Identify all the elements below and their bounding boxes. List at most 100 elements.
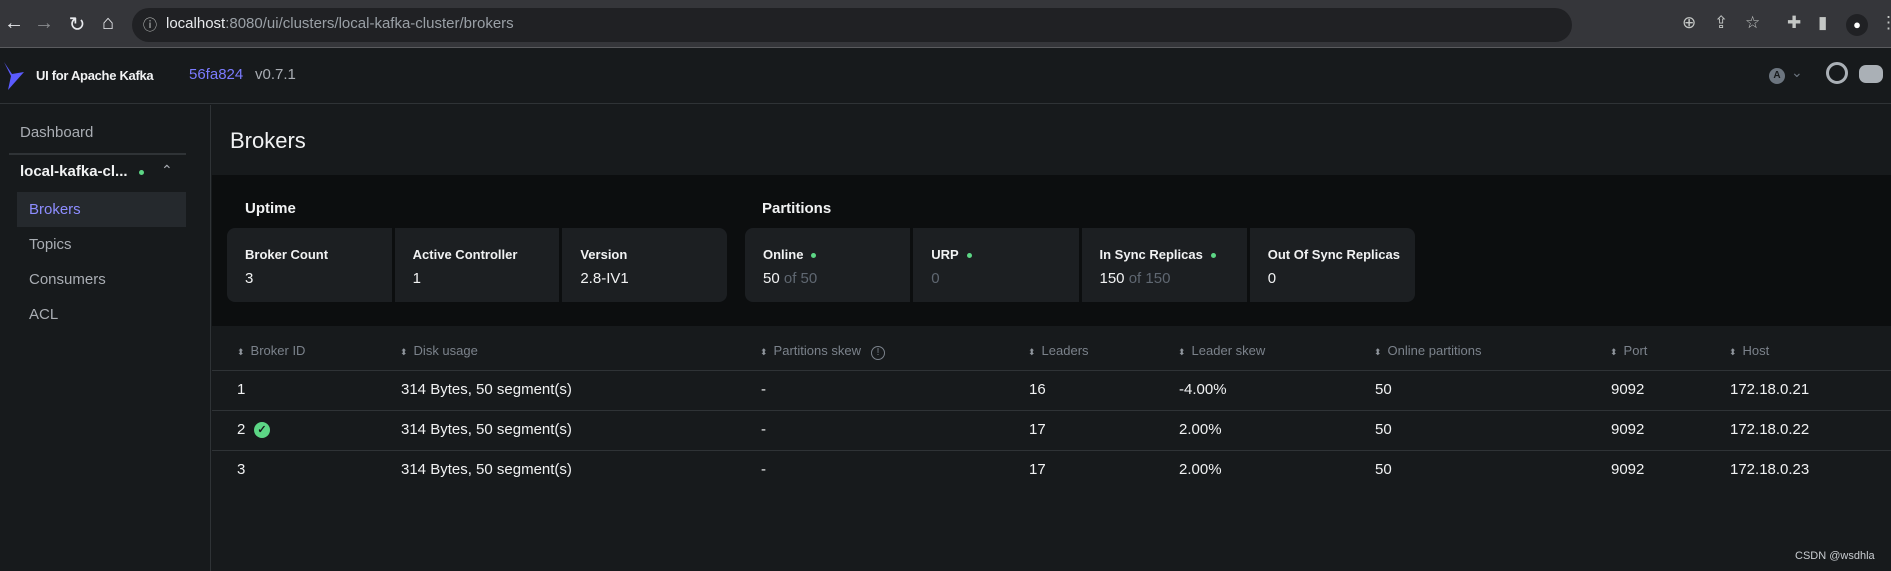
github-icon[interactable] <box>1826 62 1848 84</box>
cell-leader-skew: 2.00% <box>1179 461 1222 478</box>
sort-icon[interactable]: ⬍ <box>1729 347 1737 357</box>
chevron-up-icon[interactable]: ⌃ <box>161 162 173 179</box>
cell-disk-usage: 314 Bytes, 50 segment(s) <box>401 381 572 398</box>
cell-broker-id: 1 <box>237 381 246 398</box>
column-header-leader-skew[interactable]: ⬍ Leader skew <box>1178 343 1265 358</box>
header-label: Online partitions <box>1387 343 1482 358</box>
card-label: Version <box>580 247 628 262</box>
status-dot <box>1210 253 1216 259</box>
side-panel-icon[interactable]: ▮ <box>1818 13 1827 33</box>
column-header-host[interactable]: ⬍ Host <box>1729 343 1769 358</box>
card-value: 1 <box>412 270 422 287</box>
sort-icon[interactable]: ⬍ <box>1610 347 1618 357</box>
column-header-port[interactable]: ⬍ Port <box>1610 343 1647 358</box>
zoom-icon[interactable]: ⊕ <box>1682 13 1696 33</box>
card-label: Broker Count <box>245 247 329 262</box>
user-avatar[interactable]: A <box>1769 68 1785 84</box>
uptime-title: Uptime <box>245 200 296 217</box>
in-sync-card: In Sync Replicas 150 of 150 <box>1081 228 1247 302</box>
sidebar-cluster[interactable]: local-kafka-cl... <box>20 163 128 180</box>
sort-icon[interactable]: ⬍ <box>1028 347 1036 357</box>
sidebar-item-topics[interactable]: Topics <box>29 236 72 253</box>
version-card: Version 2.8-IV1 <box>562 228 727 302</box>
star-icon[interactable]: ☆ <box>1745 13 1760 33</box>
header-label: Broker ID <box>250 343 306 358</box>
page-title: Brokers <box>230 128 306 153</box>
extensions-icon[interactable]: ✚ <box>1787 13 1801 33</box>
status-dot <box>811 253 817 259</box>
cell-host: 172.18.0.23 <box>1730 461 1810 478</box>
share-icon[interactable]: ⇪ <box>1714 13 1728 33</box>
cell-partitions-skew: - <box>761 461 766 478</box>
version-text: v0.7.1 <box>255 66 296 83</box>
sidebar-item-brokers[interactable]: Brokers <box>29 201 81 218</box>
info-icon[interactable]: ! <box>870 346 885 360</box>
column-header-partitions-skew[interactable]: ⬍ Partitions skew! <box>760 343 885 360</box>
card-value: 0 <box>1267 270 1277 287</box>
column-header-disk-usage[interactable]: ⬍ Disk usage <box>400 343 478 358</box>
cell-leaders: 17 <box>1029 461 1046 478</box>
sort-icon[interactable]: ⬍ <box>1374 347 1382 357</box>
forward-icon[interactable]: → <box>32 12 56 35</box>
kafka-logo-icon <box>4 62 24 90</box>
sort-icon[interactable]: ⬍ <box>400 347 408 357</box>
uptime-cards: Broker Count 3 Active Controller 1 Version… <box>227 228 727 302</box>
cell-broker-id: 3 <box>237 461 246 478</box>
url-host: localhost <box>166 15 226 32</box>
status-dot <box>966 253 972 259</box>
card-value: 150 <box>1099 270 1125 287</box>
card-label: Active Controller <box>412 247 518 262</box>
app-header: UI for Apache Kafka 56fa824 v0.7.1 A ⌄ <box>0 49 1891 104</box>
partitions-cards: Online 50 of 50 URP 0 In Sync Replicas 150 … <box>745 228 1415 302</box>
cell-broker-id: 2 <box>237 421 246 438</box>
cell-leader-skew: -4.00% <box>1179 381 1227 398</box>
urp-card: URP 0 <box>913 228 1079 302</box>
menu-icon[interactable]: ⋮ <box>1880 13 1891 33</box>
column-header-broker-id[interactable]: ⬍ Broker ID <box>237 343 305 358</box>
sidebar-item-dashboard[interactable]: Dashboard <box>20 124 93 141</box>
online-card: Online 50 of 50 <box>745 228 911 302</box>
cell-port: 9092 <box>1611 381 1645 398</box>
cell-online-partitions: 50 <box>1375 461 1392 478</box>
cell-partitions-skew: - <box>761 381 766 398</box>
chevron-down-icon[interactable]: ⌄ <box>1791 64 1803 81</box>
header-label: Port <box>1623 343 1648 358</box>
column-header-online-partitions[interactable]: ⬍ Online partitions <box>1374 343 1482 358</box>
card-label: In Sync Replicas <box>1099 247 1203 262</box>
watermark: CSDN @wsdhla <box>1795 550 1875 562</box>
cell-leaders: 16 <box>1029 381 1046 398</box>
sidebar-divider <box>9 153 186 155</box>
discord-icon[interactable] <box>1859 65 1883 83</box>
column-header-leaders[interactable]: ⬍ Leaders <box>1028 343 1089 358</box>
sort-icon[interactable]: ⬍ <box>760 347 768 357</box>
sort-icon[interactable]: ⬍ <box>1178 347 1186 357</box>
broker-count-card: Broker Count 3 <box>227 228 392 302</box>
card-total: of 150 <box>1128 270 1171 287</box>
card-total: of 50 <box>783 270 818 287</box>
card-value: 2.8-IV1 <box>580 270 629 287</box>
cell-disk-usage: 314 Bytes, 50 segment(s) <box>401 421 572 438</box>
header-label: Host <box>1742 343 1770 358</box>
sidebar-item-acl[interactable]: ACL <box>29 306 58 323</box>
cell-partitions-skew: - <box>761 421 766 438</box>
browser-toolbar: ← → ↻ ⌂ ⓘ localhost:8080/ui/clusters/loc… <box>0 0 1891 48</box>
card-label: URP <box>931 247 959 262</box>
info-icon[interactable]: ⓘ <box>143 15 157 35</box>
sort-icon[interactable]: ⬍ <box>237 347 245 357</box>
url-text[interactable]: localhost:8080/ui/clusters/local-kafka-c… <box>166 15 514 32</box>
cell-port: 9092 <box>1611 461 1645 478</box>
reload-icon[interactable]: ↻ <box>65 12 89 37</box>
cell-leader-skew: 2.00% <box>1179 421 1222 438</box>
profile-icon[interactable]: ● <box>1846 14 1868 36</box>
app-name[interactable]: UI for Apache Kafka <box>36 68 154 83</box>
back-icon[interactable]: ← <box>2 12 26 35</box>
card-value: 50 <box>763 270 780 287</box>
sidebar: Dashboard local-kafka-cl... ⌃ Brokers To… <box>0 105 211 571</box>
partitions-title: Partitions <box>762 200 832 217</box>
cell-host: 172.18.0.21 <box>1730 381 1810 398</box>
controller-check-icon: ✓ <box>254 422 270 438</box>
home-icon[interactable]: ⌂ <box>96 12 120 35</box>
sidebar-item-consumers[interactable]: Consumers <box>29 271 106 288</box>
cell-port: 9092 <box>1611 421 1645 438</box>
commit-link[interactable]: 56fa824 <box>189 66 243 83</box>
